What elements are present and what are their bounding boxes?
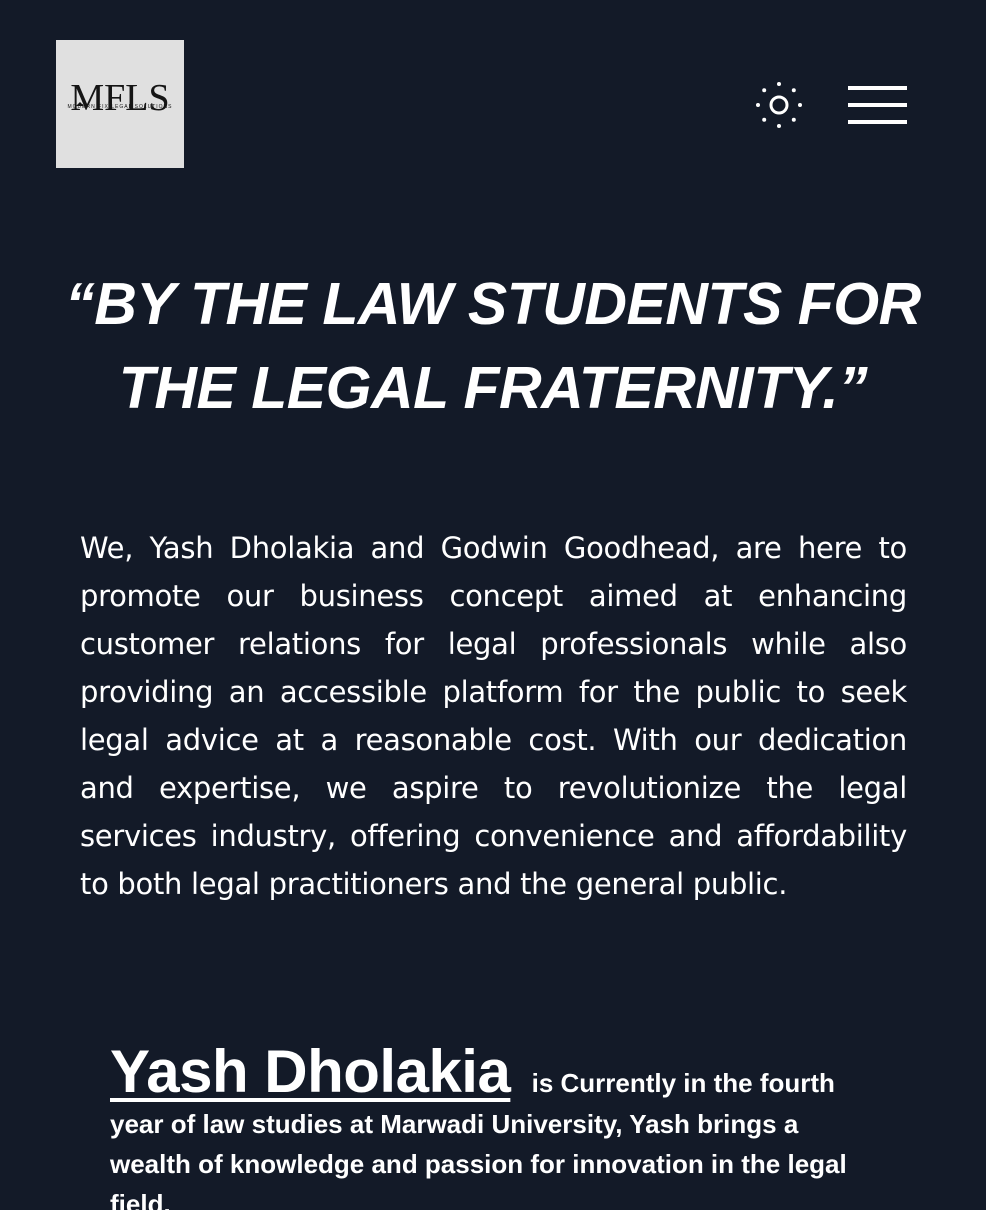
intro-paragraph: We, Yash Dholakia and Godwin Goodhead, a… xyxy=(80,531,907,901)
svg-text:MODERN FIX LEGAL SOLUTIONS: MODERN FIX LEGAL SOLUTIONS xyxy=(68,104,173,110)
hero-tagline: “BY THE LAW STUDENTS FOR THE LEGAL FRATE… xyxy=(65,271,921,421)
menu-bar xyxy=(848,120,907,124)
founder-bio: Yash Dholakia is Currently in the fourth… xyxy=(110,1040,880,1210)
hamburger-menu-icon[interactable] xyxy=(846,84,908,126)
mfls-logo-icon: MFLS MODERN FIX LEGAL SOLUTIONS xyxy=(68,77,173,119)
theme-toggle-button[interactable] xyxy=(754,80,804,130)
menu-bar xyxy=(848,103,907,107)
sun-icon xyxy=(756,82,802,128)
svg-text:MFLS: MFLS xyxy=(70,77,169,119)
page: MFLS MODERN FIX LEGAL SOLUTIONS “BY THE … xyxy=(0,0,986,1210)
menu-bar xyxy=(848,86,907,90)
site-logo[interactable]: MFLS MODERN FIX LEGAL SOLUTIONS xyxy=(56,40,184,168)
founder-name: Yash Dholakia xyxy=(110,1038,511,1105)
